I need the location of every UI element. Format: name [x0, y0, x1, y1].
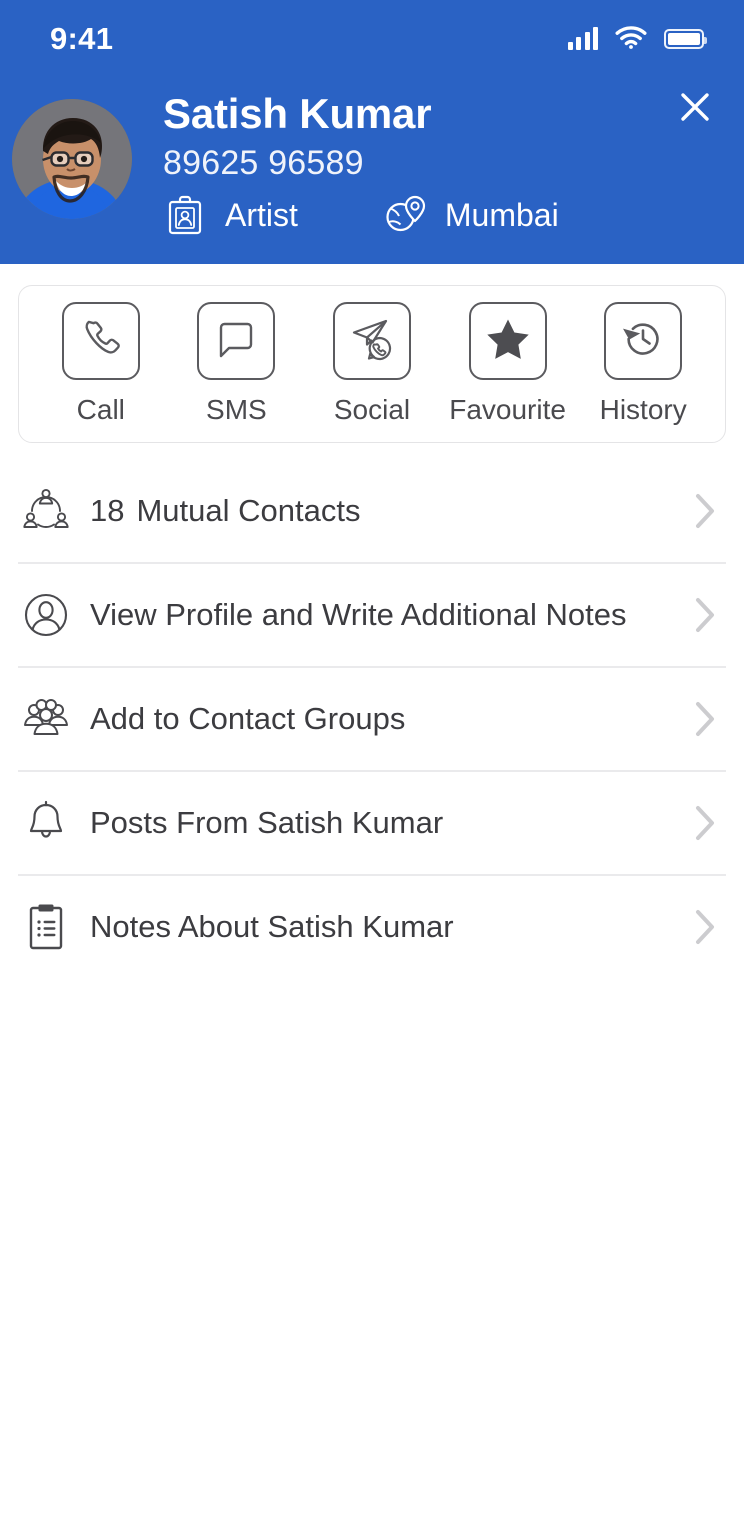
favourite-tile[interactable]: [468, 302, 547, 380]
quick-actions-card: Call SMS Social Favourite History: [18, 285, 726, 443]
list-item-view-profile[interactable]: View Profile and Write Additional Notes: [0, 564, 744, 666]
contact-options-list: 18 Mutual Contacts View Profile and Write…: [0, 460, 744, 978]
close-button[interactable]: [668, 82, 722, 136]
chevron-right-icon[interactable]: [690, 595, 720, 635]
contact-identity: Satish Kumar 89625 96589 Artist Mumbai: [163, 88, 654, 237]
action-sms[interactable]: SMS: [174, 302, 298, 426]
action-favourite[interactable]: Favourite: [446, 302, 570, 426]
status-bar-icons: [567, 25, 707, 54]
action-favourite-label: Favourite: [449, 394, 566, 425]
mutual-contacts-network-icon: [18, 483, 74, 539]
contact-occupation: Artist: [163, 193, 298, 237]
mutual-contacts-count: 18: [90, 493, 125, 528]
chevron-right-icon[interactable]: [690, 803, 720, 843]
list-item-mutual-contacts-label: 18 Mutual Contacts: [90, 492, 690, 530]
status-bar: 9:41: [0, 0, 744, 78]
action-history[interactable]: History: [581, 302, 705, 426]
list-item-posts[interactable]: Posts From Satish Kumar: [0, 772, 744, 874]
contact-occupation-label: Artist: [225, 197, 298, 233]
list-item-notes[interactable]: Notes About Satish Kumar: [0, 876, 744, 978]
action-call[interactable]: Call: [39, 302, 163, 426]
wifi-icon: [615, 25, 647, 54]
chevron-right-icon[interactable]: [690, 907, 720, 947]
close-icon: [675, 87, 715, 132]
globe-location-pin-icon: [383, 193, 427, 237]
cellular-signal-icon: [567, 27, 598, 50]
chevron-right-icon[interactable]: [690, 699, 720, 739]
message-bubble-icon: [213, 316, 259, 367]
contact-name: Satish Kumar: [163, 90, 432, 137]
list-item-notes-label: Notes About Satish Kumar: [90, 909, 454, 944]
contact-detail-screen: 9:41 Satish Kumar 89625 96589 Artist Mum…: [0, 0, 744, 1520]
person-circle-icon: [18, 587, 74, 643]
action-history-label: History: [599, 394, 687, 425]
list-item-add-to-groups-label: Add to Contact Groups: [90, 701, 406, 736]
contact-header: 9:41 Satish Kumar 89625 96589 Artist Mum…: [0, 0, 744, 264]
mutual-contacts-text: Mutual Contacts: [136, 493, 361, 528]
call-tile[interactable]: [61, 302, 140, 380]
list-item-mutual-contacts[interactable]: 18 Mutual Contacts: [0, 460, 744, 562]
briefcase-person-icon: [163, 193, 207, 237]
contact-location-label: Mumbai: [444, 197, 559, 233]
star-filled-icon: [484, 316, 532, 367]
list-item-view-profile-label: View Profile and Write Additional Notes: [90, 597, 627, 632]
people-group-icon: [18, 691, 74, 747]
chevron-right-icon[interactable]: [690, 491, 720, 531]
contact-meta-row: Artist Mumbai: [163, 193, 654, 237]
sms-tile[interactable]: [197, 302, 276, 380]
history-tile[interactable]: [604, 302, 683, 380]
bell-icon: [18, 795, 74, 851]
action-social-label: Social: [333, 394, 411, 425]
list-item-posts-label: Posts From Satish Kumar: [90, 805, 444, 840]
phone-icon: [78, 316, 124, 367]
status-bar-time: 9:41: [50, 21, 114, 56]
clipboard-notes-icon: [18, 899, 74, 955]
battery-full-icon: [664, 29, 707, 49]
list-item-add-to-groups[interactable]: Add to Contact Groups: [0, 668, 744, 770]
action-social[interactable]: Social: [310, 302, 434, 426]
social-tile[interactable]: [332, 302, 411, 380]
contact-phone[interactable]: 89625 96589: [163, 141, 654, 185]
contact-location: Mumbai: [383, 193, 559, 237]
clock-history-icon: [619, 316, 667, 367]
action-sms-label: SMS: [206, 394, 267, 425]
action-call-label: Call: [76, 394, 125, 425]
avatar: [12, 99, 132, 219]
paper-plane-chat-icon: [348, 315, 396, 368]
